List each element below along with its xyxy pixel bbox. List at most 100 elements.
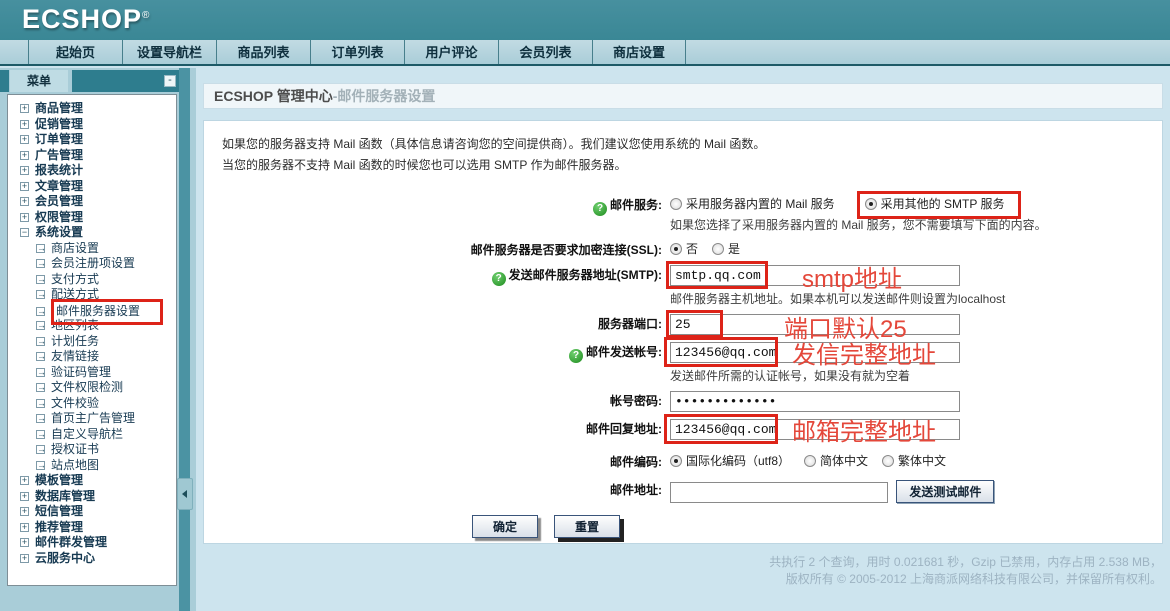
arrow-icon[interactable]: → <box>36 352 45 361</box>
sidebar-item[interactable]: →自定义导航栏 <box>14 427 174 443</box>
sidebar-item[interactable]: →文件校验 <box>14 396 174 412</box>
radio-selected-icon[interactable] <box>670 243 682 255</box>
radio-option-label: 国际化编码（utf8） <box>686 454 790 468</box>
menu-tab[interactable]: 菜单 <box>10 70 68 92</box>
arrow-icon[interactable]: → <box>36 321 45 330</box>
plus-icon[interactable]: + <box>20 523 29 532</box>
plus-icon[interactable]: + <box>20 120 29 129</box>
arrow-icon[interactable]: → <box>36 414 45 423</box>
arrow-icon[interactable]: → <box>36 445 45 454</box>
top-header: ECSHOP® <box>0 0 1170 40</box>
sidebar-item[interactable]: →友情链接 <box>14 349 174 365</box>
arrow-icon[interactable]: → <box>36 383 45 392</box>
nav-tab[interactable]: 商店设置 <box>592 40 686 64</box>
sidebar-item[interactable]: +云服务中心 <box>14 551 174 567</box>
sidebar-item[interactable]: →商店设置 <box>14 241 174 257</box>
sidebar-splitter <box>179 68 190 611</box>
radio-option[interactable]: 是 <box>712 242 740 256</box>
arrow-icon[interactable]: → <box>36 290 45 299</box>
account-help: 发送邮件所需的认证帐号，如果没有就为空着 <box>670 363 960 384</box>
radio-option[interactable]: 采用其他的 SMTP 服务 <box>857 191 1022 219</box>
sidebar-item[interactable]: +会员管理 <box>14 194 174 210</box>
sidebar-item[interactable]: + 推荐管理 <box>14 520 174 536</box>
plus-icon[interactable]: + <box>20 135 29 144</box>
password-input[interactable] <box>670 391 960 412</box>
arrow-icon[interactable]: → <box>36 461 45 470</box>
arrow-icon[interactable]: → <box>36 244 45 253</box>
sidebar-item[interactable]: +权限管理 <box>14 210 174 226</box>
test-email-input[interactable] <box>670 482 888 503</box>
sidebar-item[interactable]: →站点地图 <box>14 458 174 474</box>
reset-button[interactable]: 重置 <box>554 515 620 538</box>
plus-icon[interactable]: + <box>20 182 29 191</box>
plus-icon[interactable]: + <box>20 197 29 206</box>
arrow-icon[interactable]: → <box>36 399 45 408</box>
arrow-icon[interactable]: → <box>36 307 45 316</box>
radio-selected-icon[interactable] <box>865 198 877 210</box>
arrow-icon[interactable]: → <box>36 430 45 439</box>
account-input[interactable] <box>670 342 960 363</box>
sidebar-item[interactable]: + 广告管理 <box>14 148 174 164</box>
plus-icon[interactable]: + <box>20 213 29 222</box>
radio-option[interactable]: 简体中文 <box>804 454 868 468</box>
sidebar-item[interactable]: →会员注册项设置 <box>14 256 174 272</box>
radio-unselected-icon[interactable] <box>882 455 894 467</box>
plus-icon[interactable]: + <box>20 104 29 113</box>
sidebar-item[interactable]: →文件权限检测 <box>14 380 174 396</box>
confirm-button[interactable]: 确定 <box>472 515 538 538</box>
send-test-mail-button[interactable]: 发送测试邮件 <box>896 480 994 503</box>
nav-tab[interactable]: 用户评论 <box>404 40 498 64</box>
arrow-icon[interactable]: → <box>36 275 45 284</box>
nav-tab[interactable]: 设置导航栏 <box>122 40 216 64</box>
nav-tab[interactable]: 商品列表 <box>216 40 310 64</box>
sidebar-item-label: 推荐管理 <box>35 520 83 534</box>
sidebar-item[interactable]: +订单管理 <box>14 132 174 148</box>
smtp-host-input[interactable] <box>670 265 960 286</box>
sidebar-item[interactable]: +文章管理 <box>14 179 174 195</box>
radio-selected-icon[interactable] <box>670 455 682 467</box>
sidebar-collapse-handle[interactable] <box>177 478 193 510</box>
port-input[interactable] <box>670 314 960 335</box>
sidebar-item[interactable]: →授权证书 <box>14 442 174 458</box>
sidebar-item[interactable]: +短信管理 <box>14 504 174 520</box>
nav-tab[interactable]: 订单列表 <box>310 40 404 64</box>
sidebar-item[interactable]: +数据库管理 <box>14 489 174 505</box>
plus-icon[interactable]: + <box>20 151 29 160</box>
plus-icon[interactable]: + <box>20 166 29 175</box>
sidebar-item[interactable]: +促销管理 <box>14 117 174 133</box>
nav-tab[interactable]: 起始页 <box>28 40 122 64</box>
radio-option[interactable]: 否 <box>670 242 698 256</box>
sidebar-item[interactable]: →支付方式 <box>14 272 174 288</box>
radio-unselected-icon[interactable] <box>712 243 724 255</box>
sidebar-item[interactable]: +邮件群发管理 <box>14 535 174 551</box>
radio-option[interactable]: 繁体中文 <box>882 454 946 468</box>
plus-icon[interactable]: + <box>20 538 29 547</box>
sidebar-item[interactable]: +商品管理 <box>14 101 174 117</box>
sidebar-item[interactable]: →邮件服务器设置 <box>14 303 174 319</box>
sidebar-item[interactable]: →验证码管理 <box>14 365 174 381</box>
sidebar-item-label: 广告管理 <box>35 148 83 162</box>
radio-option[interactable]: 国际化编码（utf8） <box>670 454 790 468</box>
radio-option[interactable]: 采用服务器内置的 Mail 服务 <box>670 197 835 211</box>
row-ssl: 邮件服务器是否要求加密连接(SSL): 否是 <box>222 238 1144 258</box>
sidebar-item[interactable]: +报表统计 <box>14 163 174 179</box>
sidebar-item[interactable]: −系统设置 <box>14 225 174 241</box>
radio-unselected-icon[interactable] <box>670 198 682 210</box>
sidebar-item[interactable]: +模板管理 <box>14 473 174 489</box>
sidebar-item[interactable]: →首页主广告管理 <box>14 411 174 427</box>
mail-settings-form: ?邮件服务: 采用服务器内置的 Mail 服务采用其他的 SMTP 服务 如果您… <box>222 193 1144 538</box>
help-icon: ? <box>593 202 607 216</box>
reply-input[interactable] <box>670 419 960 440</box>
arrow-icon[interactable]: → <box>36 337 45 346</box>
minus-icon[interactable]: − <box>20 228 29 237</box>
plus-icon[interactable]: + <box>20 476 29 485</box>
sidebar-item[interactable]: →计划任务 <box>14 334 174 350</box>
radio-unselected-icon[interactable] <box>804 455 816 467</box>
plus-icon[interactable]: + <box>20 554 29 563</box>
menu-collapse-button[interactable]: - <box>164 75 176 87</box>
arrow-icon[interactable]: → <box>36 368 45 377</box>
plus-icon[interactable]: + <box>20 507 29 516</box>
plus-icon[interactable]: + <box>20 492 29 501</box>
arrow-icon[interactable]: → <box>36 259 45 268</box>
nav-tab[interactable]: 会员列表 <box>498 40 592 64</box>
